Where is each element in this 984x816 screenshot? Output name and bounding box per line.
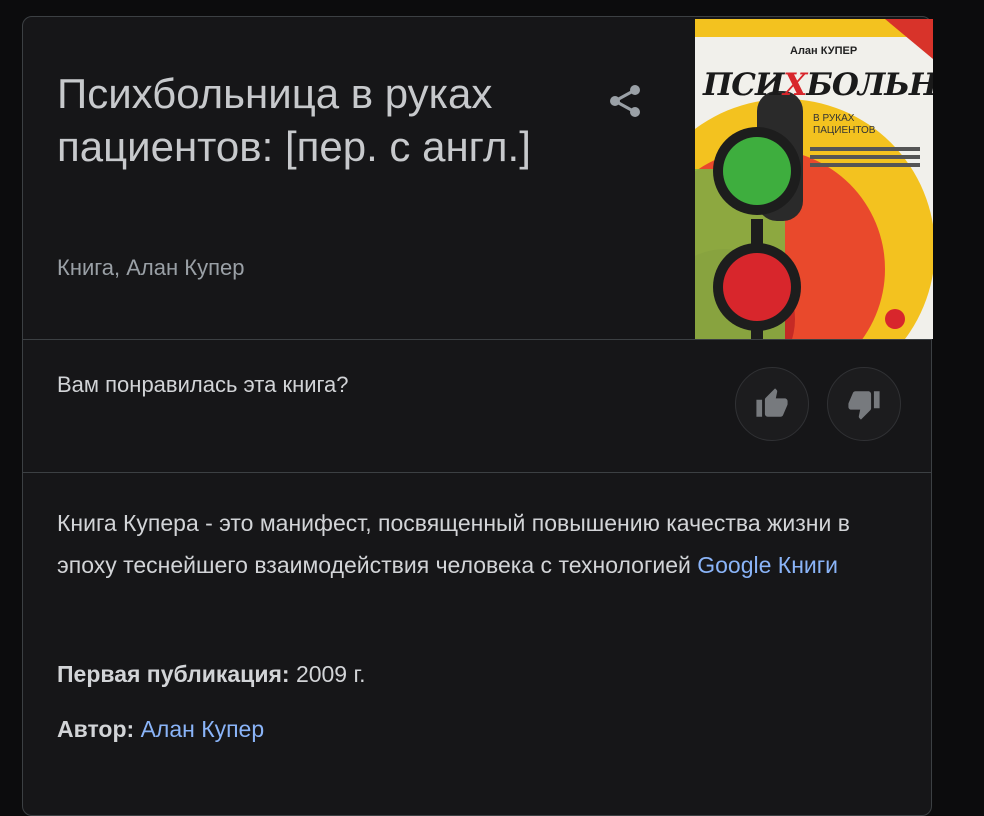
first-published-label: Первая публикация:	[57, 661, 290, 687]
cover-title-left: ПСИ	[703, 67, 784, 103]
author-link[interactable]: Алан Купер	[141, 716, 265, 742]
section-divider	[23, 472, 931, 473]
author-row: Автор: Алан Купер	[57, 716, 264, 743]
dislike-button[interactable]	[827, 367, 901, 441]
book-knowledge-panel: Психбольница в руках пациентов: [пер. с …	[22, 16, 933, 816]
section-divider	[23, 339, 931, 340]
cover-title-x: Х	[783, 67, 807, 103]
cover-title: ПСИХБОЛЬНИЦА	[703, 67, 933, 103]
share-button[interactable]	[605, 81, 645, 121]
share-icon	[610, 85, 640, 117]
thumbs-down-icon	[848, 391, 880, 420]
book-description: Книга Купера - это манифест, посвященный…	[57, 502, 907, 586]
like-button[interactable]	[735, 367, 809, 441]
cover-subtitle-1: В РУКАХ	[813, 113, 855, 124]
thumbs-up-icon	[756, 388, 788, 417]
book-cover-image[interactable]: Алан КУПЕР ПСИХБОЛЬНИЦА В РУКАХ ПАЦИЕНТО…	[695, 19, 933, 339]
cover-subtitle-2: ПАЦИЕНТОВ	[813, 125, 876, 136]
book-subtitle: Книга, Алан Купер	[57, 255, 245, 280]
cover-title-right: БОЛЬНИЦА	[806, 67, 933, 103]
author-label: Автор:	[57, 716, 135, 742]
book-title: Психбольница в руках пациентов: [пер. с …	[57, 70, 531, 170]
first-published-row: Первая публикация: 2009 г.	[57, 661, 365, 688]
cover-author: Алан КУПЕР	[790, 45, 858, 57]
rating-question: Вам понравилась эта книга?	[57, 372, 349, 397]
first-published-value: 2009 г.	[295, 661, 366, 687]
google-books-link[interactable]: Google Книги	[697, 552, 838, 578]
